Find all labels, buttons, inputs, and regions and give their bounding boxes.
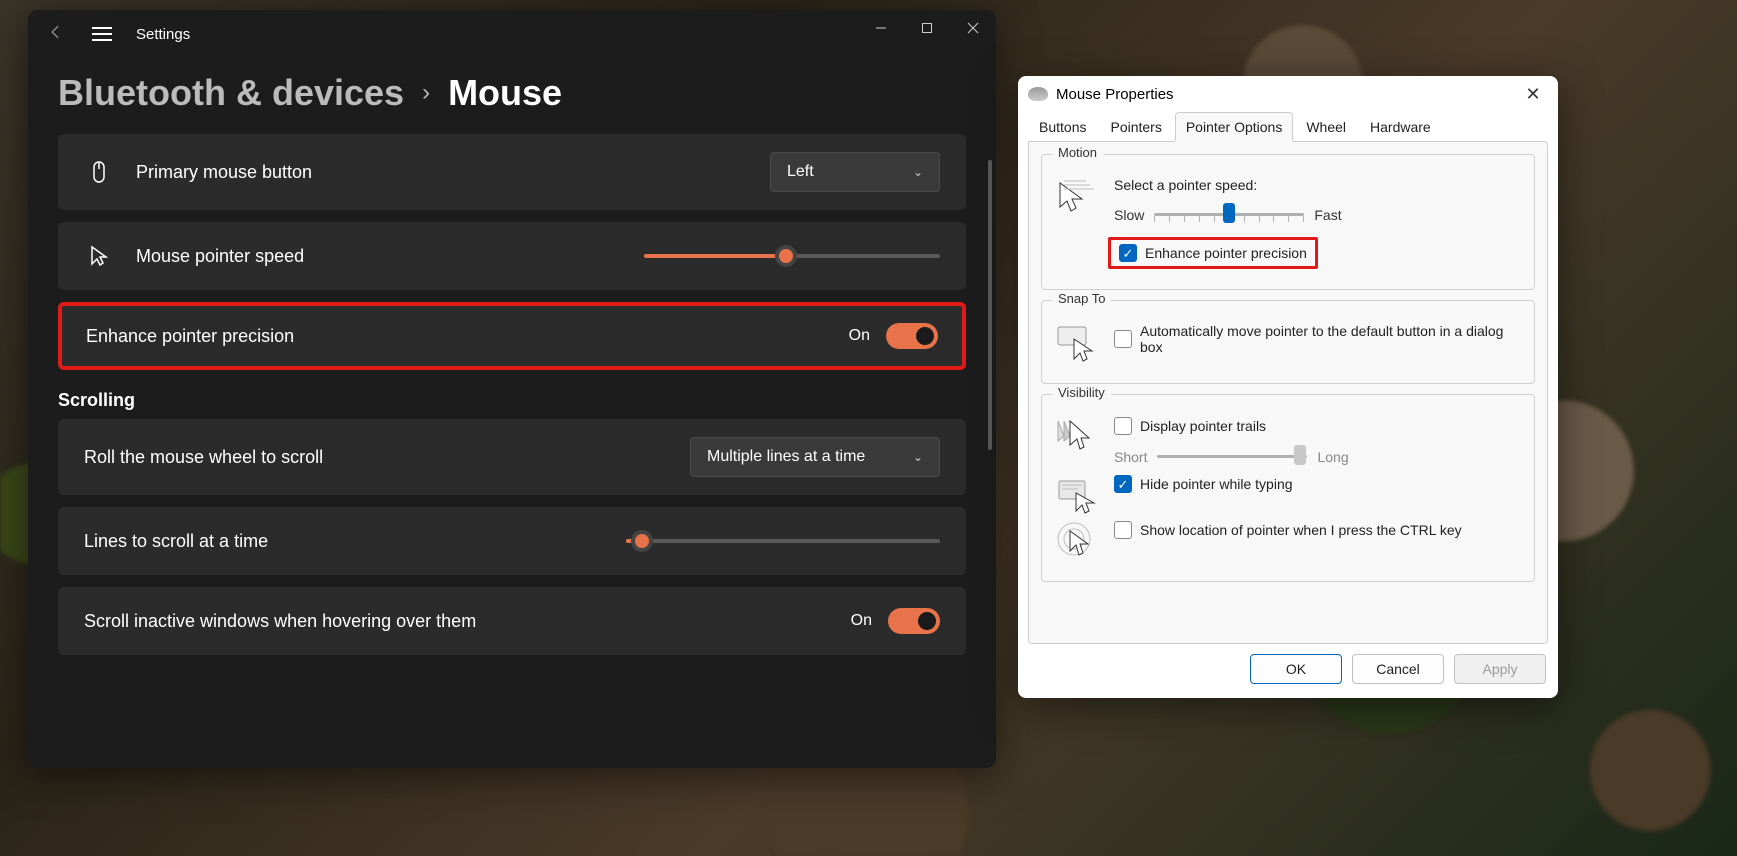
close-button[interactable]: ✕: [1518, 84, 1548, 105]
scroll-inactive-label: Scroll inactive windows when hovering ov…: [84, 611, 476, 632]
tab-hardware[interactable]: Hardware: [1359, 112, 1442, 141]
tab-buttons[interactable]: Buttons: [1028, 112, 1097, 141]
hamburger-menu-icon[interactable]: [92, 27, 112, 41]
checkbox-icon: [1114, 330, 1132, 348]
mouse-properties-window: Mouse Properties ✕ Buttons Pointers Poin…: [1018, 76, 1558, 698]
chevron-right-icon: ›: [422, 79, 430, 107]
enhance-pointer-precision-state: On: [849, 327, 870, 345]
long-label: Long: [1317, 449, 1348, 465]
minimize-button[interactable]: [858, 10, 904, 46]
pointer-trails-text: Display pointer trails: [1140, 418, 1266, 434]
maximize-button[interactable]: [904, 10, 950, 46]
scrollbar[interactable]: [988, 160, 992, 450]
pointer-speed-row: Mouse pointer speed: [58, 222, 966, 290]
primary-mouse-button-label: Primary mouse button: [136, 162, 312, 183]
tabs: Buttons Pointers Pointer Options Wheel H…: [1018, 112, 1558, 141]
breadcrumb-current: Mouse: [448, 72, 562, 114]
lines-to-scroll-label: Lines to scroll at a time: [84, 531, 268, 552]
lines-to-scroll-slider[interactable]: [626, 529, 940, 553]
scrolling-rows: Roll the mouse wheel to scroll Multiple …: [28, 419, 996, 655]
window-controls: [858, 10, 996, 46]
primary-mouse-button-row: Primary mouse button Left ⌄: [58, 134, 966, 210]
mouse-icon: [84, 160, 114, 184]
snapto-text: Automatically move pointer to the defaul…: [1140, 323, 1520, 355]
enhance-pointer-precision-label: Enhance pointer precision: [86, 326, 294, 347]
roll-wheel-dropdown[interactable]: Multiple lines at a time ⌄: [690, 437, 940, 477]
pointer-trails-slider: Short Long: [1114, 445, 1520, 469]
props-title: Mouse Properties: [1056, 86, 1174, 103]
props-titlebar: Mouse Properties ✕: [1018, 76, 1558, 112]
snapto-icon: [1056, 323, 1096, 363]
pointer-trails-icon: [1056, 417, 1096, 457]
enhance-pointer-precision-row: Enhance pointer precision On: [58, 302, 966, 370]
tab-pointer-options[interactable]: Pointer Options: [1175, 112, 1294, 141]
scroll-inactive-row: Scroll inactive windows when hovering ov…: [58, 587, 966, 655]
tab-body: Motion Select a pointer speed: Slow: [1028, 141, 1548, 644]
roll-wheel-row: Roll the mouse wheel to scroll Multiple …: [58, 419, 966, 495]
short-label: Short: [1114, 449, 1147, 465]
checkbox-icon: [1119, 244, 1137, 262]
enhance-pointer-precision-text: Enhance pointer precision: [1145, 245, 1307, 261]
checkbox-icon: [1114, 475, 1132, 493]
pointer-trails-checkbox[interactable]: Display pointer trails: [1114, 417, 1520, 435]
ctrl-locate-text: Show location of pointer when I press th…: [1140, 522, 1462, 538]
slow-label: Slow: [1114, 207, 1144, 223]
fast-label: Fast: [1314, 207, 1341, 223]
snapto-checkbox[interactable]: Automatically move pointer to the defaul…: [1114, 323, 1520, 355]
visibility-group: Visibility Display pointer trails: [1041, 394, 1535, 582]
chevron-down-icon: ⌄: [913, 165, 923, 179]
motion-group: Motion Select a pointer speed: Slow: [1041, 154, 1535, 290]
tab-wheel[interactable]: Wheel: [1295, 112, 1357, 141]
snapto-group: Snap To Automatically move pointer to th…: [1041, 300, 1535, 384]
chevron-down-icon: ⌄: [913, 450, 923, 464]
roll-wheel-value: Multiple lines at a time: [707, 448, 865, 466]
cancel-button[interactable]: Cancel: [1352, 654, 1444, 684]
settings-window: Settings Bluetooth & devices › Mouse Pri…: [28, 10, 996, 768]
app-title: Settings: [136, 26, 190, 43]
motion-cursor-icon: [1056, 177, 1096, 217]
checkbox-icon: [1114, 521, 1132, 539]
scroll-inactive-state: On: [851, 612, 872, 630]
primary-mouse-button-value: Left: [787, 163, 814, 181]
pointer-speed-slider[interactable]: [644, 244, 940, 268]
hide-pointer-text: Hide pointer while typing: [1140, 476, 1293, 492]
breadcrumb-parent[interactable]: Bluetooth & devices: [58, 72, 404, 114]
motion-legend: Motion: [1052, 145, 1103, 160]
back-button[interactable]: [36, 23, 76, 46]
hide-pointer-icon: [1056, 475, 1096, 515]
titlebar: Settings: [28, 10, 996, 58]
checkbox-icon: [1114, 417, 1132, 435]
snapto-legend: Snap To: [1052, 291, 1111, 306]
ok-button[interactable]: OK: [1250, 654, 1342, 684]
lines-to-scroll-row: Lines to scroll at a time: [58, 507, 966, 575]
visibility-legend: Visibility: [1052, 385, 1111, 400]
mouse-icon: [1028, 87, 1048, 101]
scroll-inactive-toggle[interactable]: [888, 608, 940, 634]
breadcrumb: Bluetooth & devices › Mouse: [28, 58, 996, 134]
roll-wheel-label: Roll the mouse wheel to scroll: [84, 447, 323, 468]
close-button[interactable]: [950, 10, 996, 46]
hide-pointer-checkbox[interactable]: Hide pointer while typing: [1114, 475, 1520, 493]
enhance-pointer-precision-toggle[interactable]: [886, 323, 938, 349]
ctrl-locate-checkbox[interactable]: Show location of pointer when I press th…: [1114, 521, 1520, 539]
enhance-pointer-precision-checkbox[interactable]: Enhance pointer precision: [1119, 244, 1307, 262]
pointer-speed-label: Mouse pointer speed: [136, 246, 304, 267]
pointer-speed-slider[interactable]: Slow Fast: [1114, 203, 1520, 227]
pointer-speed-label: Select a pointer speed:: [1114, 177, 1520, 193]
tab-pointers[interactable]: Pointers: [1099, 112, 1172, 141]
ctrl-locate-icon: [1056, 521, 1096, 561]
dialog-buttons: OK Cancel Apply: [1018, 654, 1558, 698]
settings-rows: Primary mouse button Left ⌄ Mouse pointe…: [28, 134, 996, 370]
apply-button[interactable]: Apply: [1454, 654, 1546, 684]
scrolling-section-title: Scrolling: [28, 370, 996, 419]
cursor-icon: [84, 244, 114, 268]
primary-mouse-button-dropdown[interactable]: Left ⌄: [770, 152, 940, 192]
